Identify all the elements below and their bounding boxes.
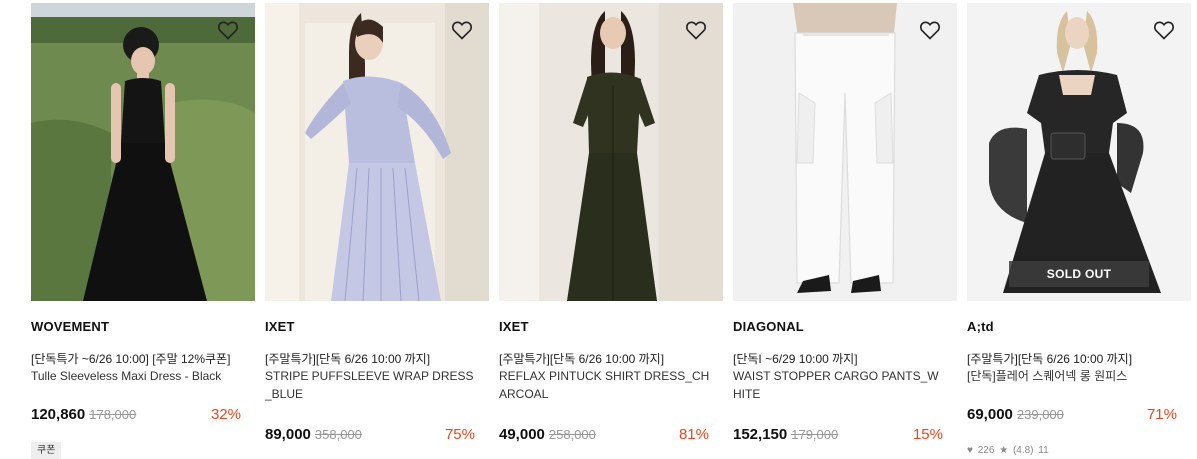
product-promo: [단독특가 ~6/26 10:00] [주말 12%쿠폰] bbox=[31, 352, 231, 366]
product-brand[interactable]: IXET bbox=[499, 319, 529, 334]
product-promo: [주말특가][단독 6/26 10:00 까지] bbox=[967, 352, 1133, 366]
product-photo bbox=[265, 3, 489, 301]
product-brand[interactable]: DIAGONAL bbox=[733, 319, 804, 334]
wishlist-heart-icon[interactable] bbox=[216, 18, 240, 42]
product-meta: ♥ 226 ★ (4.8) 11 bbox=[967, 445, 1051, 456]
product-photo bbox=[733, 3, 957, 301]
product-name[interactable]: Tulle Sleeveless Maxi Dress - Black bbox=[31, 367, 243, 385]
product-image[interactable]: SOLD OUT bbox=[967, 3, 1191, 301]
product-grid: WOVEMENT [단독특가 ~6/26 10:00] [주말 12%쿠폰] T… bbox=[0, 0, 1197, 459]
product-card[interactable]: SOLD OUT A;td [주말특가][단독 6/26 10:00 까지] [… bbox=[967, 3, 1191, 459]
rating-star-icon: ★ bbox=[999, 445, 1009, 456]
product-promo: [주말특가][단독 6/26 10:00 까지] bbox=[265, 352, 431, 366]
sold-out-badge: SOLD OUT bbox=[1009, 261, 1149, 287]
product-card[interactable]: IXET [주말특가][단독 6/26 10:00 까지] STRIPE PUF… bbox=[265, 3, 489, 459]
product-name[interactable]: WAIST STOPPER CARGO PANTS_WHITE bbox=[733, 367, 945, 403]
wishlist-heart-icon[interactable] bbox=[450, 18, 474, 42]
product-brand[interactable]: A;td bbox=[967, 319, 994, 334]
price-row: 120,860 178,000 32% bbox=[31, 406, 241, 428]
product-image[interactable] bbox=[733, 3, 957, 301]
product-photo bbox=[31, 3, 255, 301]
sale-price: 69,000 bbox=[967, 406, 1013, 423]
product-photo bbox=[499, 3, 723, 301]
price-row: 89,000 358,000 75% bbox=[265, 426, 475, 448]
product-brand[interactable]: IXET bbox=[265, 319, 295, 334]
coupon-badge: 쿠폰 bbox=[31, 442, 62, 459]
original-price: 178,000 bbox=[89, 407, 137, 422]
price-row: 152,150 179,000 15% bbox=[733, 426, 943, 448]
wishlist-heart-icon[interactable] bbox=[684, 18, 708, 42]
sale-price: 89,000 bbox=[265, 426, 311, 443]
likes-heart-icon: ♥ bbox=[967, 445, 973, 456]
original-price: 179,000 bbox=[791, 427, 839, 442]
discount-rate: 15% bbox=[912, 426, 943, 443]
discount-rate: 32% bbox=[210, 406, 241, 423]
product-name[interactable]: STRIPE PUFFSLEEVE WRAP DRESS_BLUE bbox=[265, 367, 477, 403]
likes-count: 226 bbox=[977, 445, 995, 456]
rating-value: (4.8) bbox=[1012, 445, 1034, 456]
product-photo bbox=[967, 3, 1191, 301]
product-card[interactable]: IXET [주말특가][단독 6/26 10:00 까지] REFLAX PIN… bbox=[499, 3, 723, 459]
product-image[interactable] bbox=[499, 3, 723, 301]
product-promo: [주말특가][단독 6/26 10:00 까지] bbox=[499, 352, 665, 366]
sale-price: 152,150 bbox=[733, 426, 788, 443]
product-promo: [단독I ~6/29 10:00 까지] bbox=[733, 352, 858, 366]
discount-rate: 81% bbox=[678, 426, 709, 443]
product-name[interactable]: [단독]플레어 스퀘어넥 롱 원피스 bbox=[967, 367, 1179, 385]
wishlist-heart-icon[interactable] bbox=[918, 18, 942, 42]
product-image[interactable] bbox=[265, 3, 489, 301]
original-price: 239,000 bbox=[1016, 407, 1064, 422]
original-price: 258,000 bbox=[548, 427, 596, 442]
discount-rate: 71% bbox=[1146, 406, 1177, 423]
sale-price: 120,860 bbox=[31, 406, 86, 423]
product-image[interactable] bbox=[31, 3, 255, 301]
product-name[interactable]: REFLAX PINTUCK SHIRT DRESS_CHARCOAL bbox=[499, 367, 711, 403]
product-card[interactable]: DIAGONAL [단독I ~6/29 10:00 까지] WAIST STOP… bbox=[733, 3, 957, 459]
review-count: 11 bbox=[1038, 445, 1049, 456]
sale-price: 49,000 bbox=[499, 426, 545, 443]
discount-rate: 75% bbox=[444, 426, 475, 443]
product-brand[interactable]: WOVEMENT bbox=[31, 319, 109, 334]
product-card[interactable]: WOVEMENT [단독특가 ~6/26 10:00] [주말 12%쿠폰] T… bbox=[31, 3, 255, 459]
price-row: 69,000 239,000 71% bbox=[967, 406, 1177, 428]
original-price: 358,000 bbox=[314, 427, 362, 442]
price-row: 49,000 258,000 81% bbox=[499, 426, 709, 448]
wishlist-heart-icon[interactable] bbox=[1152, 18, 1176, 42]
